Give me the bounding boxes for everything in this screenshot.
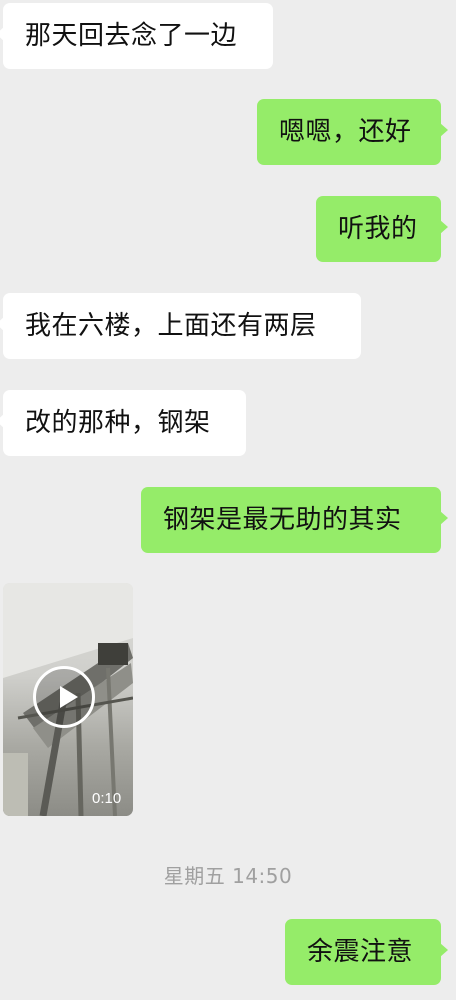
message-text: 改的那种，钢架 (25, 408, 211, 438)
message-bubble-outgoing[interactable]: 听我的 (316, 196, 448, 262)
message-text: 嗯嗯，还好 (279, 117, 412, 147)
video-duration: 0:10 (92, 790, 122, 807)
chat-area: 那天回去念了一边 嗯嗯，还好 听我的 我在六楼，上面还有两层 改的那种，钢架 钢… (0, 0, 456, 1000)
play-triangle-icon (60, 686, 78, 708)
timestamp: 星期五 14:50 (163, 864, 293, 888)
message-text: 听我的 (338, 214, 418, 244)
message-bubble-incoming[interactable]: 那天回去念了一边 (0, 3, 273, 69)
message-text: 我在六楼，上面还有两层 (25, 311, 317, 341)
message-text: 钢架是最无助的其实 (163, 505, 402, 535)
message-bubble-outgoing[interactable]: 钢架是最无助的其实 (141, 487, 448, 553)
message-bubble-outgoing[interactable]: 余震注意 (285, 919, 448, 985)
message-bubble-incoming[interactable]: 改的那种，钢架 (0, 390, 246, 456)
message-text: 那天回去念了一边 (25, 21, 238, 51)
message-text: 余震注意 (307, 937, 414, 967)
play-icon[interactable] (33, 666, 95, 728)
message-bubble-incoming[interactable]: 我在六楼，上面还有两层 (0, 293, 361, 359)
message-bubble-outgoing[interactable]: 嗯嗯，还好 (257, 99, 448, 165)
